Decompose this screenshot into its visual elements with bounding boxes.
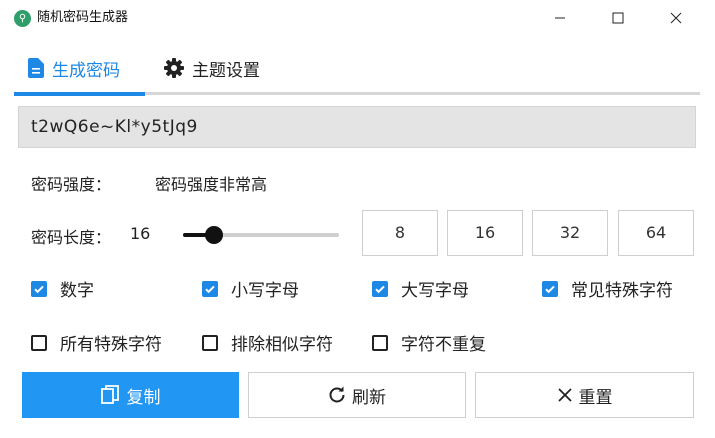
option-label: 大写字母 xyxy=(401,281,469,301)
refresh-button[interactable]: 刷新 xyxy=(248,372,466,418)
minimize-button[interactable] xyxy=(536,0,584,36)
password-output-field[interactable]: t2wQ6e~Kl*y5tJq9 xyxy=(18,106,696,148)
strength-label: 密码强度： xyxy=(31,175,112,194)
refresh-label: 刷新 xyxy=(352,387,386,408)
copy-label: 复制 xyxy=(126,387,161,408)
option-label: 数字 xyxy=(60,281,94,301)
option-label: 小写字母 xyxy=(231,281,299,301)
option-digits[interactable]: 数字 xyxy=(31,276,94,301)
copy-icon xyxy=(100,385,119,404)
close-icon xyxy=(670,12,682,24)
option-all-special[interactable]: 所有特殊字符 xyxy=(31,330,162,355)
option-label: 所有特殊字符 xyxy=(60,335,162,355)
refresh-icon xyxy=(329,386,345,403)
length-preset-button[interactable]: 8 xyxy=(362,210,438,256)
minimize-icon xyxy=(555,17,565,19)
reset-button[interactable]: 重置 xyxy=(475,372,694,418)
document-icon xyxy=(28,58,44,78)
checkbox[interactable] xyxy=(31,280,47,297)
checkbox[interactable] xyxy=(31,334,47,351)
active-tab-indicator xyxy=(14,92,145,96)
option-exclude-similar[interactable]: 排除相似字符 xyxy=(202,330,333,355)
length-preset-button[interactable]: 32 xyxy=(532,210,608,256)
maximize-icon xyxy=(612,12,624,24)
close-button[interactable] xyxy=(652,0,700,36)
tab-label: 主题设置 xyxy=(192,60,260,81)
length-preset-button[interactable]: 16 xyxy=(447,210,523,256)
checkbox[interactable] xyxy=(542,280,558,297)
tab-generate-password[interactable]: 生成密码 xyxy=(28,54,120,82)
tab-theme-settings[interactable]: 主题设置 xyxy=(164,54,260,82)
checkbox[interactable] xyxy=(202,334,218,351)
checkbox[interactable] xyxy=(372,280,388,297)
option-label: 常见特殊字符 xyxy=(571,281,673,301)
checkbox[interactable] xyxy=(202,280,218,297)
checkbox[interactable] xyxy=(372,334,388,351)
maximize-button[interactable] xyxy=(594,0,642,36)
option-label: 排除相似字符 xyxy=(231,335,333,355)
option-lowercase[interactable]: 小写字母 xyxy=(202,276,299,301)
length-label: 密码长度： xyxy=(31,228,112,247)
gear-icon xyxy=(164,58,184,78)
reset-label: 重置 xyxy=(578,387,613,408)
reset-icon xyxy=(557,388,572,402)
option-label: 字符不重复 xyxy=(401,335,486,355)
length-slider-thumb[interactable] xyxy=(205,226,224,244)
length-preset-button[interactable]: 64 xyxy=(618,210,694,256)
option-uppercase[interactable]: 大写字母 xyxy=(372,276,469,301)
option-common-special[interactable]: 常见特殊字符 xyxy=(542,276,673,301)
option-no-repeat[interactable]: 字符不重复 xyxy=(372,330,486,355)
strength-value: 密码强度非常高 xyxy=(155,175,268,194)
window-title: 随机密码生成器 xyxy=(37,10,129,25)
app-icon: ⚲ xyxy=(14,10,31,27)
length-value: 16 xyxy=(130,224,151,243)
tab-label: 生成密码 xyxy=(52,60,120,81)
copy-button[interactable]: 复制 xyxy=(22,372,239,418)
